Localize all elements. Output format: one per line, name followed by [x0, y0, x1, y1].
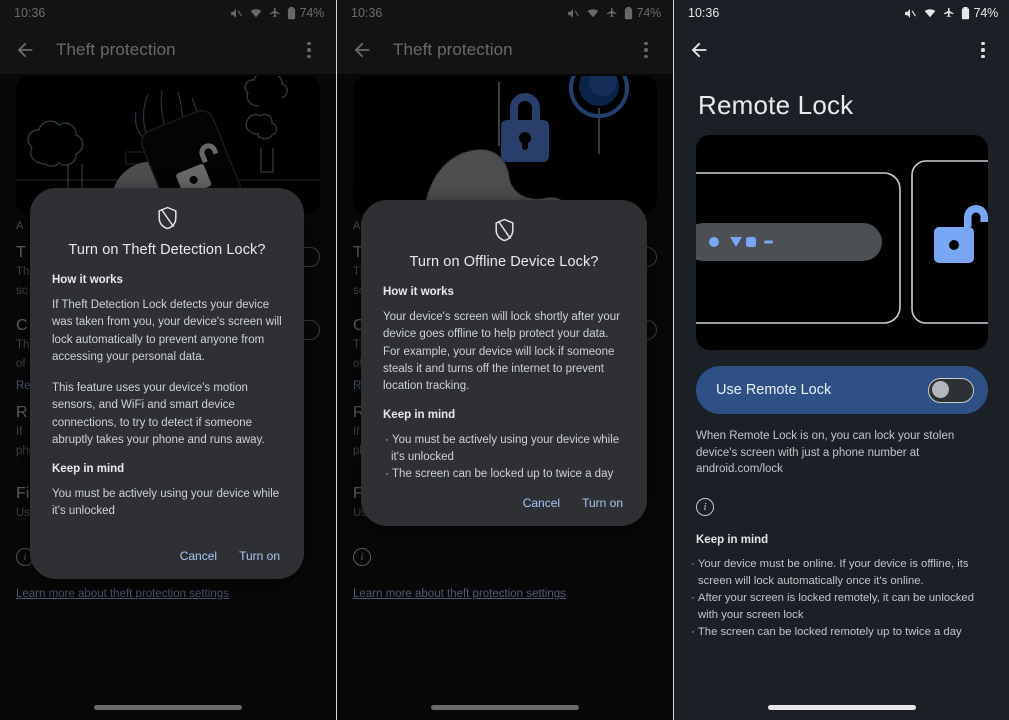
remote-lock-description: When Remote Lock is on, you can lock you… [696, 430, 955, 476]
dialog-actions: Cancel Turn on [52, 535, 282, 569]
dialog-actions: Cancel Turn on [383, 482, 625, 516]
battery-icon [961, 6, 969, 19]
phone-panel-offline-device-lock: 10:36 74% Theft protection [337, 0, 673, 720]
back-arrow-icon[interactable] [682, 33, 716, 67]
cancel-button[interactable]: Cancel [523, 496, 560, 510]
dialog-keep-p1: You must be actively using your device w… [52, 488, 280, 518]
turn-on-button[interactable]: Turn on [582, 496, 623, 510]
list-item: · The screen can be locked remotely up t… [691, 625, 962, 638]
shield-off-icon [383, 218, 625, 242]
dialog-bullet: · You must be actively using your device… [385, 434, 620, 463]
remote-lock-illustration [696, 135, 988, 350]
dialog-how-heading: How it works [383, 286, 454, 298]
wifi-icon [924, 9, 935, 18]
cancel-button[interactable]: Cancel [180, 549, 217, 563]
airplane-icon [943, 7, 954, 17]
shield-off-icon [52, 206, 282, 230]
phone-panel-remote-lock: 10:36 74% Remote Lock Use Remote Lock Wh… [674, 0, 1009, 720]
status-bar-icons: 74% [903, 6, 998, 20]
use-remote-lock-switch[interactable] [928, 377, 974, 403]
list-item: · Your device must be online. If your de… [691, 558, 969, 587]
mute-icon [904, 8, 916, 18]
use-remote-lock-label: Use Remote Lock [716, 382, 832, 398]
dialog-how-p1: Your device's screen will lock shortly a… [383, 311, 620, 392]
remote-lock-page: Remote Lock Use Remote Lock When Remote … [674, 74, 1009, 641]
dialog-title: Turn on Theft Detection Lock? [68, 242, 266, 258]
theft-detection-dialog: Turn on Theft Detection Lock? How it wor… [30, 188, 304, 579]
app-bar [674, 26, 1009, 74]
dialog-how-heading: How it works [52, 274, 123, 286]
screenshot-stage: 10:36 74% Theft protection [0, 0, 1009, 720]
list-item-text: Your device must be online. If your devi… [697, 558, 969, 587]
gesture-bar[interactable] [768, 705, 916, 710]
list-item-text: The screen can be locked remotely up to … [697, 625, 962, 638]
list-item: · After your screen is locked remotely, … [691, 591, 974, 621]
status-bar: 10:36 74% [674, 0, 1009, 26]
use-remote-lock-toggle-row[interactable]: Use Remote Lock [696, 366, 988, 414]
dialog-keep-heading: Keep in mind [383, 409, 456, 422]
dialog-bullet-text: You must be actively using your device w… [391, 434, 620, 463]
dialog-bullet-text: The screen can be locked up to twice a d… [392, 467, 614, 480]
page-title-remote-lock: Remote Lock [698, 90, 854, 120]
info-icon[interactable]: i [696, 498, 714, 517]
dialog-bullet: · The screen can be locked up to twice a… [385, 467, 614, 480]
more-options-icon[interactable] [966, 33, 1000, 67]
keep-in-mind-list: · Your device must be online. If your de… [674, 546, 1009, 641]
keep-in-mind-heading: Keep in mind [696, 534, 769, 547]
dialog-how-p1: If Theft Detection Lock detects your dev… [52, 299, 282, 363]
battery-percent: 74% [973, 6, 999, 20]
dialog-keep-heading: Keep in mind [52, 463, 125, 475]
dialog-how-p2: This feature uses your device's motion s… [52, 382, 265, 446]
offline-device-lock-dialog: Turn on Offline Device Lock? How it work… [361, 200, 647, 527]
turn-on-button[interactable]: Turn on [239, 549, 280, 563]
status-bar-time: 10:36 [688, 6, 720, 20]
phone-panel-theft-detection: 10:36 74% Theft protection [0, 0, 336, 720]
info-icon-wrap: i [674, 478, 1009, 517]
dialog-title: Turn on Offline Device Lock? [409, 254, 599, 270]
list-item-text: After your screen is locked remotely, it… [697, 591, 974, 621]
